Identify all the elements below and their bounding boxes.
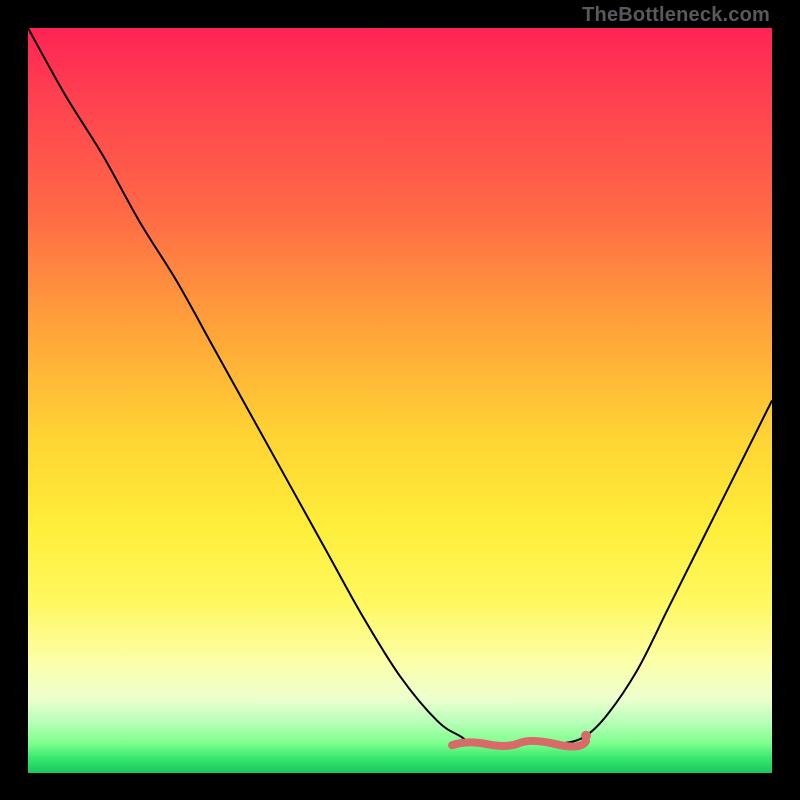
bottleneck-curve-line (28, 28, 772, 744)
plot-area (28, 28, 772, 773)
optimal-end-marker (581, 731, 591, 741)
chart-frame: TheBottleneck.com (0, 0, 800, 800)
watermark-text: TheBottleneck.com (582, 4, 770, 27)
optimal-range-highlight (452, 741, 586, 747)
bottleneck-curve-svg (28, 28, 772, 773)
